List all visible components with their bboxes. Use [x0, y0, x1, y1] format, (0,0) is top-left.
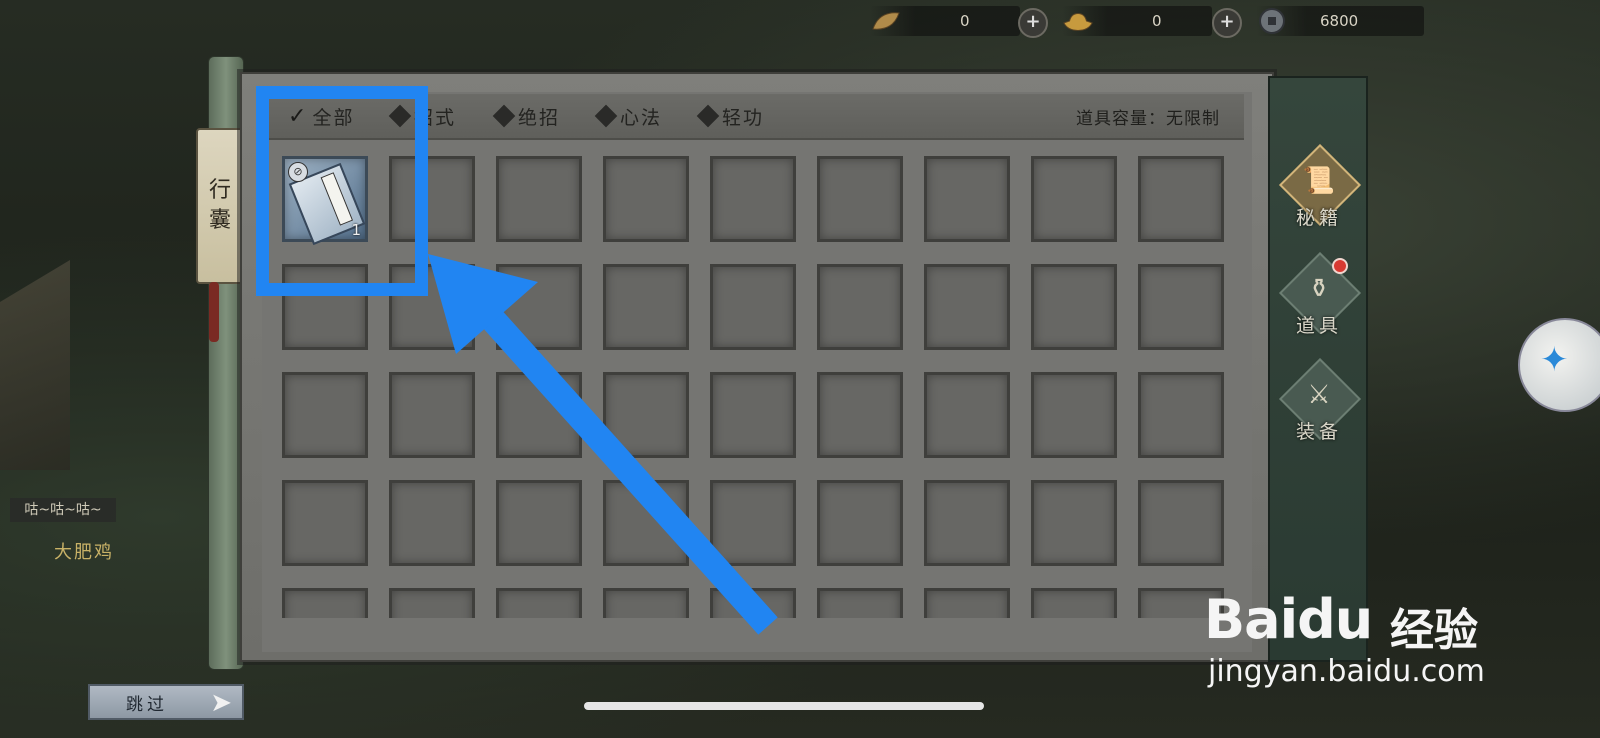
home-indicator[interactable] [584, 702, 984, 710]
baidu-watermark: Baidu 经验 jingyan.baidu.com [1204, 588, 1485, 689]
